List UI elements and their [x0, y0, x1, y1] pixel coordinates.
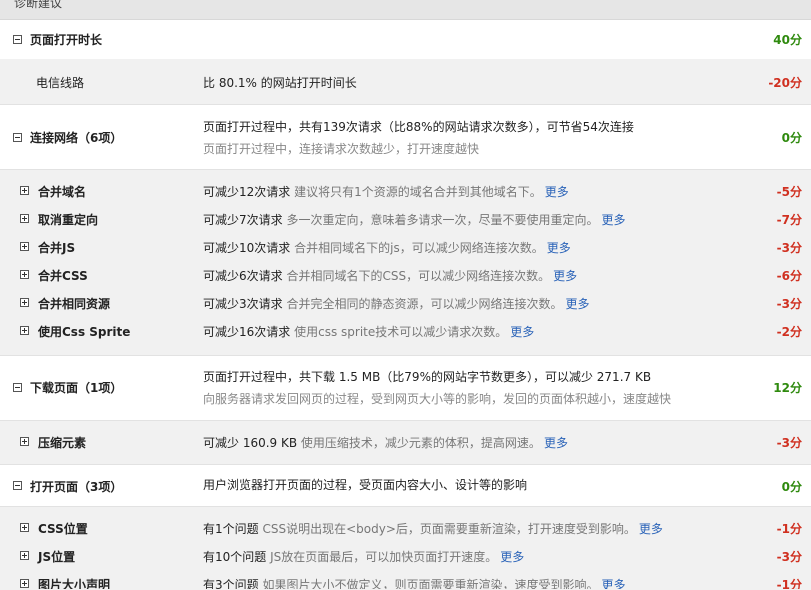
sub-item-note: 建议将只有1个资源的域名合并到其他域名下。: [294, 185, 542, 199]
sub-item-name: 电信线路: [36, 76, 85, 90]
category-row-open-page: 打开页面（3项） 用户浏览器打开页面的过程，受页面内容大小、设计等的影响 0分: [0, 464, 811, 507]
sub-row-telecom-line: 电信线路 比 80.1% 的网站打开时间长 -20分: [0, 59, 811, 104]
sub-item-note: 合并相同域名下的js，可以减少网络连接次数。: [294, 241, 544, 255]
sub-item-note: 使用css sprite技术可以减少请求次数。: [294, 325, 508, 339]
expand-toggle-icon[interactable]: [20, 551, 29, 560]
score: 40分: [773, 33, 802, 47]
score: -3分: [776, 436, 802, 450]
sub-item-note: 多一次重定向，意味着多请求一次，尽量不要使用重定向。: [286, 213, 599, 227]
more-link[interactable]: 更多: [547, 241, 571, 255]
category-hint: 页面打开过程中，连接请求次数越少，打开速度越快: [203, 142, 480, 156]
score: -7分: [776, 213, 802, 227]
score: -20分: [768, 76, 802, 90]
sub-item-name: JS位置: [38, 550, 76, 564]
sub-row-merge-same-resources[interactable]: 合并相同资源 可减少3次请求 合并完全相同的静态资源，可以减少网络连接次数。 更多…: [0, 288, 811, 316]
score: -3分: [776, 241, 802, 255]
score: -2分: [776, 325, 802, 339]
category-summary: 页面打开过程中，共下载 1.5 MB（比79%的网站字节数更多），可以减少 27…: [203, 370, 652, 384]
diagnosis-header: 诊断建议: [0, 0, 811, 20]
expand-toggle-icon[interactable]: [20, 214, 29, 223]
expand-toggle-icon[interactable]: [20, 242, 29, 251]
expand-toggle-icon[interactable]: [20, 186, 29, 195]
sub-item-lead: 有1个问题: [203, 522, 259, 536]
more-link[interactable]: 更多: [510, 325, 534, 339]
sub-item-lead: 有10个问题: [203, 550, 267, 564]
sub-item-lead: 可减少16次请求: [203, 325, 291, 339]
expand-toggle-icon[interactable]: [20, 437, 29, 446]
score: -1分: [776, 578, 802, 589]
sub-row-compress-elements[interactable]: 压缩元素 可减少 160.9 KB 使用压缩技术，减少元素的体积，提高网速。 更多…: [0, 420, 811, 465]
sub-row-js-position[interactable]: JS位置 有10个问题 JS放在页面最后，可以加快页面打开速度。 更多 -3分: [0, 541, 811, 569]
sub-item-name: 合并域名: [38, 185, 87, 199]
category-row-download: 下载页面（1项） 页面打开过程中，共下载 1.5 MB（比79%的网站字节数更多…: [0, 355, 811, 421]
collapse-toggle-icon[interactable]: [13, 35, 22, 44]
more-link[interactable]: 更多: [500, 550, 524, 564]
score: 0分: [781, 131, 802, 145]
sub-row-image-size[interactable]: 图片大小声明 有3个问题 如果图片大小不做定义，则页面需要重新渲染，速度受到影响…: [0, 569, 811, 589]
sub-row-merge-js[interactable]: 合并JS 可减少10次请求 合并相同域名下的js，可以减少网络连接次数。 更多 -…: [0, 232, 811, 260]
more-link[interactable]: 更多: [545, 185, 569, 199]
score: 12分: [773, 381, 802, 395]
sub-item-name: 压缩元素: [38, 436, 87, 450]
sub-item-text: 比 80.1% 的网站打开时间长: [203, 76, 357, 90]
sub-item-name: 合并相同资源: [38, 297, 111, 311]
expand-toggle-icon[interactable]: [20, 523, 29, 532]
sub-item-name: 使用Css Sprite: [38, 325, 131, 339]
more-link[interactable]: 更多: [601, 578, 625, 589]
sub-item-note: 使用压缩技术，减少元素的体积，提高网速。: [300, 436, 541, 450]
more-link[interactable]: 更多: [639, 522, 663, 536]
category-hint: 向服务器请求发回网页的过程，受到网页大小等的影响，发回的页面体积越小，速度越快: [203, 392, 672, 406]
category-name: 打开页面（3项）: [30, 480, 123, 494]
more-link[interactable]: 更多: [565, 297, 589, 311]
score: -1分: [776, 522, 802, 536]
sub-row-merge-domain[interactable]: 合并域名 可减少12次请求 建议将只有1个资源的域名合并到其他域名下。 更多 -5…: [0, 176, 811, 204]
sub-item-lead: 可减少7次请求: [203, 213, 283, 227]
collapse-toggle-icon[interactable]: [13, 481, 22, 490]
sub-item-name: 合并JS: [38, 241, 76, 255]
expand-toggle-icon[interactable]: [20, 298, 29, 307]
expand-toggle-icon[interactable]: [20, 579, 29, 588]
category-name: 下载页面（1项）: [30, 381, 123, 395]
header-title: 诊断建议: [14, 0, 63, 10]
sub-item-lead: 有3个问题: [203, 578, 259, 589]
sub-item-note: JS放在页面最后，可以加快页面打开速度。: [270, 550, 498, 564]
sub-row-merge-css[interactable]: 合并CSS 可减少6次请求 合并相同域名下的CSS，可以减少网络连接次数。 更多 …: [0, 260, 811, 288]
score: -6分: [776, 269, 802, 283]
sub-item-lead: 可减少12次请求: [203, 185, 291, 199]
score: -3分: [776, 550, 802, 564]
score: -3分: [776, 297, 802, 311]
more-link[interactable]: 更多: [553, 269, 577, 283]
sub-item-lead: 可减少10次请求: [203, 241, 291, 255]
expand-toggle-icon[interactable]: [20, 326, 29, 335]
sub-item-note: CSS说明出现在<body>后，页面需要重新渲染，打开速度受到影响。: [262, 522, 636, 536]
category-row-network: 连接网络（6项） 页面打开过程中，共有139次请求（比88%的网站请求次数多），…: [0, 104, 811, 170]
sub-item-note: 合并完全相同的静态资源，可以减少网络连接次数。: [286, 297, 563, 311]
category-row-open-time: 页面打开时长 40分: [0, 20, 811, 59]
collapse-toggle-icon[interactable]: [13, 383, 22, 392]
category-name: 连接网络（6项）: [30, 131, 123, 145]
expand-toggle-icon[interactable]: [20, 270, 29, 279]
sub-item-name: 合并CSS: [38, 269, 88, 283]
sub-row-css-position[interactable]: CSS位置 有1个问题 CSS说明出现在<body>后，页面需要重新渲染，打开速…: [0, 513, 811, 541]
category-name: 页面打开时长: [30, 33, 103, 47]
sub-item-name: 图片大小声明: [38, 578, 111, 589]
sub-row-cancel-redirect[interactable]: 取消重定向 可减少7次请求 多一次重定向，意味着多请求一次，尽量不要使用重定向。…: [0, 204, 811, 232]
score: -5分: [776, 185, 802, 199]
more-link[interactable]: 更多: [544, 436, 568, 450]
score: 0分: [781, 480, 802, 494]
sub-item-note: 如果图片大小不做定义，则页面需要重新渲染，速度受到影响。: [262, 578, 599, 589]
sub-item-note: 合并相同域名下的CSS，可以减少网络连接次数。: [286, 269, 551, 283]
collapse-toggle-icon[interactable]: [13, 133, 22, 142]
category-summary: 用户浏览器打开页面的过程，受页面内容大小、设计等的影响: [203, 478, 528, 492]
sub-item-lead: 可减少3次请求: [203, 297, 283, 311]
sub-item-name: CSS位置: [38, 522, 88, 536]
sub-item-lead: 可减少6次请求: [203, 269, 283, 283]
sub-item-lead: 可减少 160.9 KB: [203, 436, 298, 450]
sub-item-name: 取消重定向: [38, 213, 99, 227]
more-link[interactable]: 更多: [601, 213, 625, 227]
category-summary: 页面打开过程中，共有139次请求（比88%的网站请求次数多），可节省54次连接: [203, 120, 634, 134]
sub-row-css-sprite[interactable]: 使用Css Sprite 可减少16次请求 使用css sprite技术可以减少…: [0, 316, 811, 344]
